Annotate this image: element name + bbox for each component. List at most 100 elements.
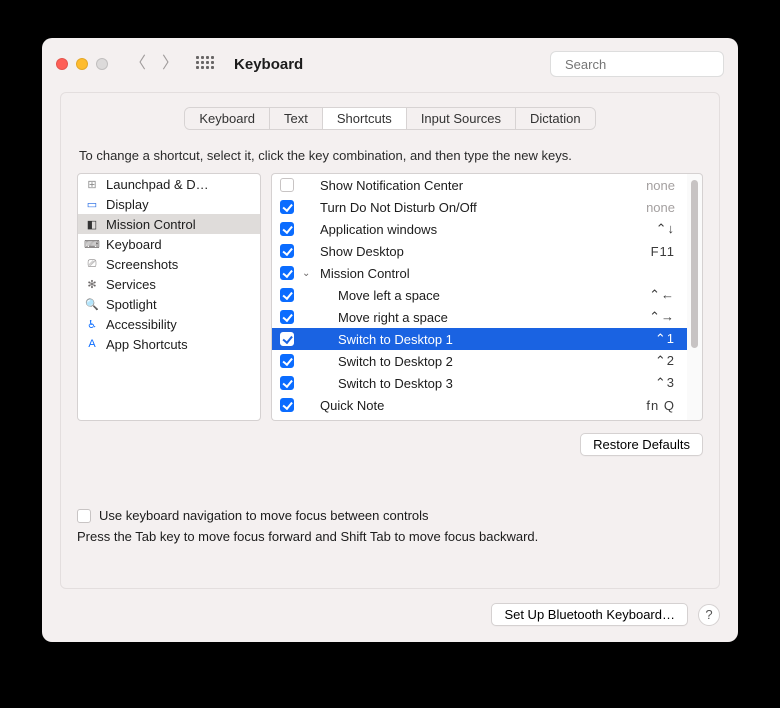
shortcut-row[interactable]: Move right a space ⌃→ (272, 306, 687, 328)
shortcut-checkbox[interactable] (280, 222, 294, 236)
shortcut-list-wrap: Show Notification CenternoneTurn Do Not … (271, 173, 703, 421)
category-label: App Shortcuts (106, 337, 188, 352)
window-title: Keyboard (234, 56, 303, 73)
shortcut-checkbox[interactable] (280, 398, 294, 412)
help-button[interactable]: ? (698, 604, 720, 626)
shortcut-key[interactable]: ⌃1 (655, 331, 675, 347)
show-all-icon[interactable] (196, 56, 212, 72)
shortcut-checkbox[interactable] (280, 178, 294, 192)
category-item[interactable]: ⊞ Launchpad & D… (78, 174, 260, 194)
shortcut-label: Switch to Desktop 3 (320, 376, 647, 391)
bluetooth-keyboard-button[interactable]: Set Up Bluetooth Keyboard… (491, 603, 688, 626)
launchpad-icon: ⊞ (84, 176, 100, 192)
shortcut-key[interactable]: ⌃3 (655, 375, 675, 391)
services-icon: ✻ (84, 276, 100, 292)
shortcut-label: Mission Control (320, 266, 667, 281)
shortcut-row[interactable]: Switch to Desktop 1 ⌃1 (272, 328, 687, 350)
keyboard-nav-label: Use keyboard navigation to move focus be… (99, 508, 429, 523)
search-input[interactable] (565, 57, 738, 72)
shortcut-row[interactable]: Move left a space ⌃← (272, 284, 687, 306)
shortcut-row[interactable]: Turn Do Not Disturb On/Offnone (272, 196, 687, 218)
shortcut-checkbox[interactable] (280, 288, 294, 302)
category-item[interactable]: ◧Mission Control (78, 214, 260, 234)
shortcut-key[interactable]: fn Q (646, 398, 675, 413)
category-item[interactable]: ⎚ Screenshots (78, 254, 260, 274)
nav-buttons: 〈 〉 (130, 56, 178, 72)
shortcut-label: Switch to Desktop 2 (320, 354, 647, 369)
keyboard-nav-hint: Press the Tab key to move focus forward … (77, 529, 703, 544)
lists-container: ⊞Launchpad & D…▭Display◧Mission Control⌨… (77, 173, 703, 421)
keyboard-nav-checkbox[interactable] (77, 509, 91, 523)
search-field[interactable] (550, 51, 724, 77)
shortcut-checkbox[interactable] (280, 310, 294, 324)
tab-input-sources[interactable]: Input Sources (407, 108, 516, 129)
scrollbar[interactable] (687, 173, 703, 421)
restore-defaults-button[interactable]: Restore Defaults (580, 433, 703, 456)
tab-keyboard[interactable]: Keyboard (185, 108, 270, 129)
preferences-window: 〈 〉 Keyboard KeyboardTextShortcutsInput … (42, 38, 738, 642)
shortcut-label: Move left a space (320, 288, 641, 303)
app-icon: A (84, 336, 100, 352)
window-footer: Set Up Bluetooth Keyboard… ? (42, 603, 738, 642)
category-label: Services (106, 277, 156, 292)
shortcut-key[interactable]: none (646, 200, 675, 215)
tab-text[interactable]: Text (270, 108, 323, 129)
category-label: Keyboard (106, 237, 162, 252)
tab-dictation[interactable]: Dictation (516, 108, 595, 129)
window-controls (56, 58, 108, 70)
keyboard-nav-row: Use keyboard navigation to move focus be… (77, 508, 703, 523)
screenshot-icon: ⎚ (84, 256, 100, 272)
shortcut-label: Show Notification Center (320, 178, 638, 193)
shortcut-key[interactable]: ⌃↓ (656, 221, 675, 237)
forward-button[interactable]: 〉 (162, 56, 178, 72)
shortcut-row[interactable]: Switch to Desktop 3 ⌃3 (272, 372, 687, 394)
shortcut-checkbox[interactable] (280, 200, 294, 214)
keyboard-icon: ⌨ (84, 236, 100, 252)
chevron-down-icon[interactable]: ⌄ (302, 268, 312, 279)
category-label: Screenshots (106, 257, 178, 272)
shortcut-key[interactable]: ⌃2 (655, 353, 675, 369)
shortcut-label: Move right a space (320, 310, 641, 325)
category-item[interactable]: 🔍 Spotlight (78, 294, 260, 314)
zoom-icon (96, 58, 108, 70)
category-item[interactable]: ▭Display (78, 194, 260, 214)
tab-bar: KeyboardTextShortcutsInput SourcesDictat… (184, 107, 595, 130)
shortcut-checkbox[interactable] (280, 244, 294, 258)
category-label: Launchpad & D… (106, 177, 209, 192)
shortcut-label: Application windows (320, 222, 648, 237)
shortcut-checkbox[interactable] (280, 376, 294, 390)
close-icon[interactable] (56, 58, 68, 70)
shortcut-key[interactable]: F11 (651, 244, 675, 259)
category-list[interactable]: ⊞Launchpad & D…▭Display◧Mission Control⌨… (77, 173, 261, 421)
shortcut-label: Quick Note (320, 398, 638, 413)
shortcut-label: Switch to Desktop 1 (320, 332, 647, 347)
shortcut-key[interactable]: ⌃← (649, 287, 675, 303)
category-item[interactable]: ⌨ Keyboard (78, 234, 260, 254)
accessibility-icon: ♿︎ (84, 316, 100, 332)
instruction-text: To change a shortcut, select it, click t… (79, 148, 701, 163)
category-item[interactable]: ✻ Services (78, 274, 260, 294)
category-label: Spotlight (106, 297, 157, 312)
shortcut-checkbox[interactable] (280, 354, 294, 368)
shortcut-row[interactable]: Show Notification Center none (272, 174, 687, 196)
scrollbar-thumb[interactable] (691, 180, 698, 348)
shortcut-row[interactable]: ⌄ Mission Control (272, 262, 687, 284)
shortcut-checkbox[interactable] (280, 332, 294, 346)
category-item[interactable]: ♿︎Accessibility (78, 314, 260, 334)
shortcut-key[interactable]: none (646, 178, 675, 193)
shortcut-key[interactable]: ⌃→ (649, 309, 675, 325)
spotlight-icon: 🔍 (84, 296, 100, 312)
shortcut-list[interactable]: Show Notification CenternoneTurn Do Not … (271, 173, 687, 421)
main-panel: KeyboardTextShortcutsInput SourcesDictat… (60, 92, 720, 589)
category-label: Mission Control (106, 217, 196, 232)
shortcut-row[interactable]: Switch to Desktop 2 ⌃2 (272, 350, 687, 372)
shortcut-row[interactable]: Application windows ⌃↓ (272, 218, 687, 240)
shortcut-row[interactable]: Show DesktopF11 (272, 240, 687, 262)
shortcut-row[interactable]: Quick Note fn Q (272, 394, 687, 416)
tab-shortcuts[interactable]: Shortcuts (323, 108, 407, 129)
category-item[interactable]: A App Shortcuts (78, 334, 260, 354)
shortcut-checkbox[interactable] (280, 266, 294, 280)
back-button[interactable]: 〈 (130, 56, 146, 72)
minimize-icon[interactable] (76, 58, 88, 70)
display-icon: ▭ (84, 196, 100, 212)
